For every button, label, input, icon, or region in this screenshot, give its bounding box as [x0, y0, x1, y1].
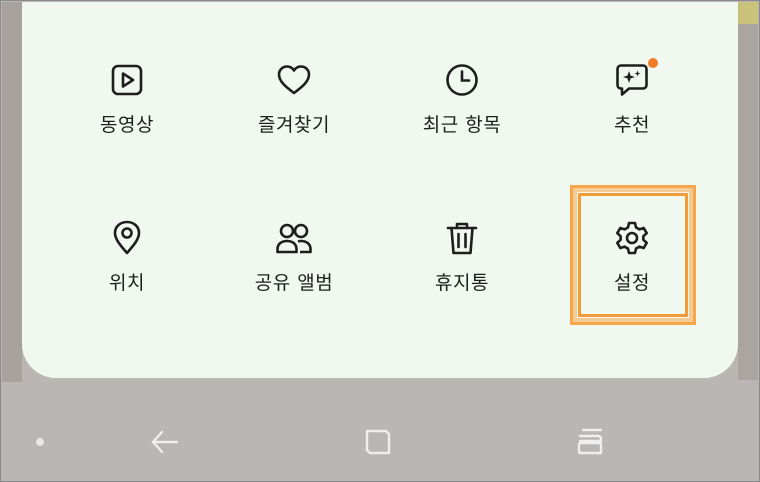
- location-pin-icon: [107, 218, 147, 258]
- notification-badge: [648, 58, 658, 68]
- clock-icon: [442, 60, 482, 100]
- home-button[interactable]: [358, 424, 398, 464]
- trash-icon: [442, 218, 482, 258]
- recents-icon: [575, 427, 605, 461]
- menu-item-suggestions[interactable]: 추천: [562, 58, 702, 170]
- heart-icon: [274, 60, 314, 100]
- background-content: [2, 2, 22, 382]
- menu-item-videos[interactable]: 동영상: [57, 60, 197, 170]
- recents-button[interactable]: [570, 424, 610, 464]
- background-content: [738, 24, 758, 380]
- menu-item-recent[interactable]: 최근 항목: [392, 60, 532, 170]
- menu-item-label: 공유 앨범: [254, 272, 334, 294]
- people-icon: [274, 218, 314, 258]
- menu-item-label: 추천: [614, 114, 650, 136]
- navigation-bar: [2, 400, 758, 480]
- menu-item-label: 휴지통: [435, 272, 489, 294]
- menu-item-label: 최근 항목: [422, 114, 502, 136]
- navbar-pin-dot[interactable]: [36, 438, 44, 446]
- menu-item-locations[interactable]: 위치: [57, 218, 197, 328]
- back-button[interactable]: [145, 424, 185, 464]
- menu-item-favorites[interactable]: 즐겨찾기: [224, 60, 364, 170]
- menu-item-shared-albums[interactable]: 공유 앨범: [224, 218, 364, 328]
- background-content: [738, 2, 758, 24]
- menu-item-trash[interactable]: 휴지통: [392, 218, 532, 328]
- menu-item-label: 위치: [109, 272, 145, 294]
- home-icon: [364, 428, 392, 460]
- sparkle-chat-icon: [612, 58, 658, 100]
- menu-item-label: 즐겨찾기: [258, 114, 330, 136]
- back-icon: [150, 429, 180, 459]
- settings-highlight-frame: [570, 185, 696, 325]
- menu-item-label: 동영상: [100, 114, 154, 136]
- video-play-icon: [107, 60, 147, 100]
